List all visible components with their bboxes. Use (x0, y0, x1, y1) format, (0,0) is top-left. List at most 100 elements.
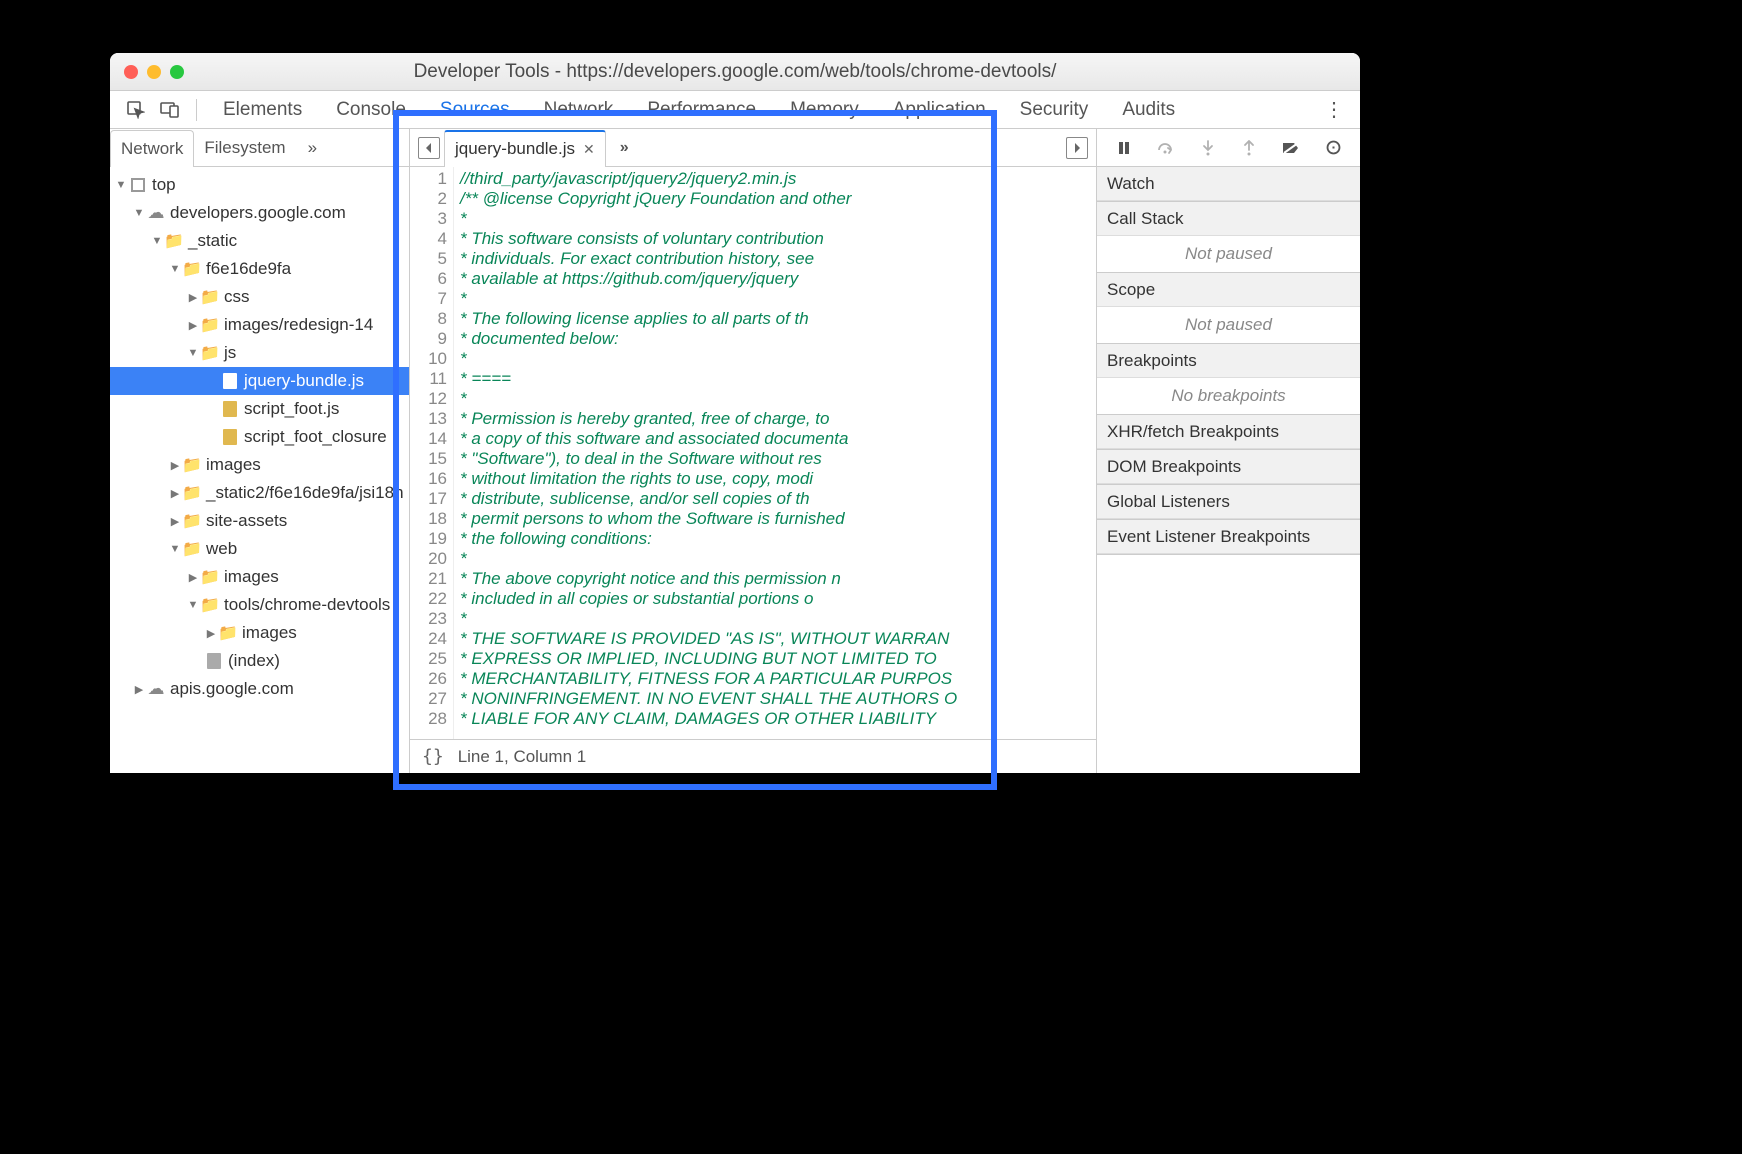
device-toolbar-icon[interactable] (156, 96, 184, 124)
editor-more-icon[interactable]: » (610, 139, 639, 157)
folder-icon: 📁 (164, 231, 184, 251)
xhr-section: XHR/fetch Breakpoints (1097, 415, 1360, 450)
tab-sources[interactable]: Sources (426, 91, 524, 128)
minimize-window-button[interactable] (147, 65, 161, 79)
cloud-icon: ☁ (146, 679, 166, 699)
navigator-tab-network[interactable]: Network (110, 130, 194, 167)
scope-section: Scope Not paused (1097, 273, 1360, 344)
step-into-icon[interactable] (1195, 135, 1221, 161)
line-gutter: 1234567891011121314151617181920212223242… (410, 167, 454, 739)
navigator-more-icon[interactable]: » (302, 138, 323, 158)
close-tab-icon[interactable]: ✕ (583, 141, 595, 158)
watch-header[interactable]: Watch (1097, 167, 1360, 201)
show-debugger-icon[interactable] (1066, 137, 1088, 159)
callstack-header[interactable]: Call Stack (1097, 202, 1360, 236)
tree-row-static2[interactable]: ▶📁_static2/f6e16de9fa/jsi18n (110, 479, 409, 507)
tree-row-tools[interactable]: ▼📁tools/chrome-devtools (110, 591, 409, 619)
debugger-toolbar (1097, 129, 1360, 167)
tree-row-jquery-bundle[interactable]: jquery-bundle.js (110, 367, 409, 395)
dom-section: DOM Breakpoints (1097, 450, 1360, 485)
frame-icon (128, 178, 148, 192)
tab-application[interactable]: Application (879, 91, 1000, 128)
editor-tab-label: jquery-bundle.js (455, 139, 575, 159)
folder-icon: 📁 (182, 539, 202, 559)
scope-header[interactable]: Scope (1097, 273, 1360, 307)
show-navigator-icon[interactable] (418, 137, 440, 159)
editor-statusbar: {} Line 1, Column 1 (410, 739, 1096, 773)
tab-elements[interactable]: Elements (209, 91, 316, 128)
tree-row-tools-images[interactable]: ▶📁images (110, 619, 409, 647)
cursor-position: Line 1, Column 1 (458, 747, 587, 767)
code-viewer[interactable]: 1234567891011121314151617181920212223242… (410, 167, 1096, 739)
tree-row-static[interactable]: ▼📁_static (110, 227, 409, 255)
separator (196, 99, 197, 121)
tree-row-index[interactable]: (index) (110, 647, 409, 675)
folder-icon: 📁 (182, 511, 202, 531)
maximize-window-button[interactable] (170, 65, 184, 79)
breakpoints-empty: No breakpoints (1097, 378, 1360, 414)
close-window-button[interactable] (124, 65, 138, 79)
tree-row-top[interactable]: ▼top (110, 171, 409, 199)
deactivate-breakpoints-icon[interactable] (1278, 135, 1304, 161)
global-header[interactable]: Global Listeners (1097, 485, 1360, 519)
tab-network[interactable]: Network (530, 91, 628, 128)
event-section: Event Listener Breakpoints (1097, 520, 1360, 555)
inspect-element-icon[interactable] (122, 96, 150, 124)
file-icon (220, 373, 240, 389)
step-out-icon[interactable] (1236, 135, 1262, 161)
xhr-header[interactable]: XHR/fetch Breakpoints (1097, 415, 1360, 449)
devtools-window: Developer Tools - https://developers.goo… (110, 53, 1360, 773)
breakpoints-header[interactable]: Breakpoints (1097, 344, 1360, 378)
tab-performance[interactable]: Performance (633, 91, 770, 128)
file-icon (220, 401, 240, 417)
dom-header[interactable]: DOM Breakpoints (1097, 450, 1360, 484)
cloud-icon: ☁ (146, 203, 166, 223)
tree-row-images-redesign[interactable]: ▶📁images/redesign-14 (110, 311, 409, 339)
editor-file-tab[interactable]: jquery-bundle.js ✕ (444, 130, 606, 167)
file-icon (220, 429, 240, 445)
window-controls (124, 65, 184, 79)
folder-icon: 📁 (200, 595, 220, 615)
tree-row-images1[interactable]: ▶📁images (110, 451, 409, 479)
tree-row-web[interactable]: ▼📁web (110, 535, 409, 563)
tree-row-script-foot-closure[interactable]: script_foot_closure (110, 423, 409, 451)
tab-memory[interactable]: Memory (776, 91, 873, 128)
folder-icon: 📁 (200, 567, 220, 587)
tab-security[interactable]: Security (1006, 91, 1103, 128)
tree-row-hash[interactable]: ▼📁f6e16de9fa (110, 255, 409, 283)
tree-row-script-foot[interactable]: script_foot.js (110, 395, 409, 423)
titlebar: Developer Tools - https://developers.goo… (110, 53, 1360, 91)
code-body: //third_party/javascript/jquery2/jquery2… (454, 167, 1096, 739)
debugger-pane: Watch Call Stack Not paused Scope Not pa… (1097, 129, 1360, 773)
tree-row-site-assets[interactable]: ▶📁site-assets (110, 507, 409, 535)
pretty-print-icon[interactable]: {} (422, 746, 444, 767)
tree-row-host[interactable]: ▼☁developers.google.com (110, 199, 409, 227)
navigator-menu-icon[interactable]: ⋮ (380, 138, 409, 158)
folder-icon: 📁 (200, 315, 220, 335)
panels-body: Network Filesystem » ⋮ ▼top ▼☁developers… (110, 129, 1360, 773)
step-over-icon[interactable] (1153, 135, 1179, 161)
navigator-tabs: Network Filesystem » ⋮ (110, 129, 409, 167)
scope-empty: Not paused (1097, 307, 1360, 343)
file-tree: ▼top ▼☁developers.google.com ▼📁_static ▼… (110, 167, 409, 773)
folder-icon: 📁 (182, 259, 202, 279)
pause-icon[interactable] (1111, 135, 1137, 161)
tree-row-apis[interactable]: ▶☁apis.google.com (110, 675, 409, 703)
callstack-section: Call Stack Not paused (1097, 202, 1360, 273)
watch-section: Watch (1097, 167, 1360, 202)
tree-row-js[interactable]: ▼📁js (110, 339, 409, 367)
more-menu-icon[interactable]: ⋮ (1320, 96, 1348, 124)
editor-pane: jquery-bundle.js ✕ » 1234567891011121314… (410, 129, 1097, 773)
folder-icon: 📁 (200, 287, 220, 307)
navigator-tab-filesystem[interactable]: Filesystem (194, 129, 295, 166)
tree-row-web-images[interactable]: ▶📁images (110, 563, 409, 591)
file-icon (204, 653, 224, 669)
event-header[interactable]: Event Listener Breakpoints (1097, 520, 1360, 554)
window-title: Developer Tools - https://developers.goo… (110, 61, 1360, 83)
folder-icon: 📁 (200, 343, 220, 363)
tab-console[interactable]: Console (322, 91, 420, 128)
tree-row-css[interactable]: ▶📁css (110, 283, 409, 311)
pause-on-exceptions-icon[interactable] (1320, 135, 1346, 161)
navigator-pane: Network Filesystem » ⋮ ▼top ▼☁developers… (110, 129, 410, 773)
tab-audits[interactable]: Audits (1108, 91, 1189, 128)
